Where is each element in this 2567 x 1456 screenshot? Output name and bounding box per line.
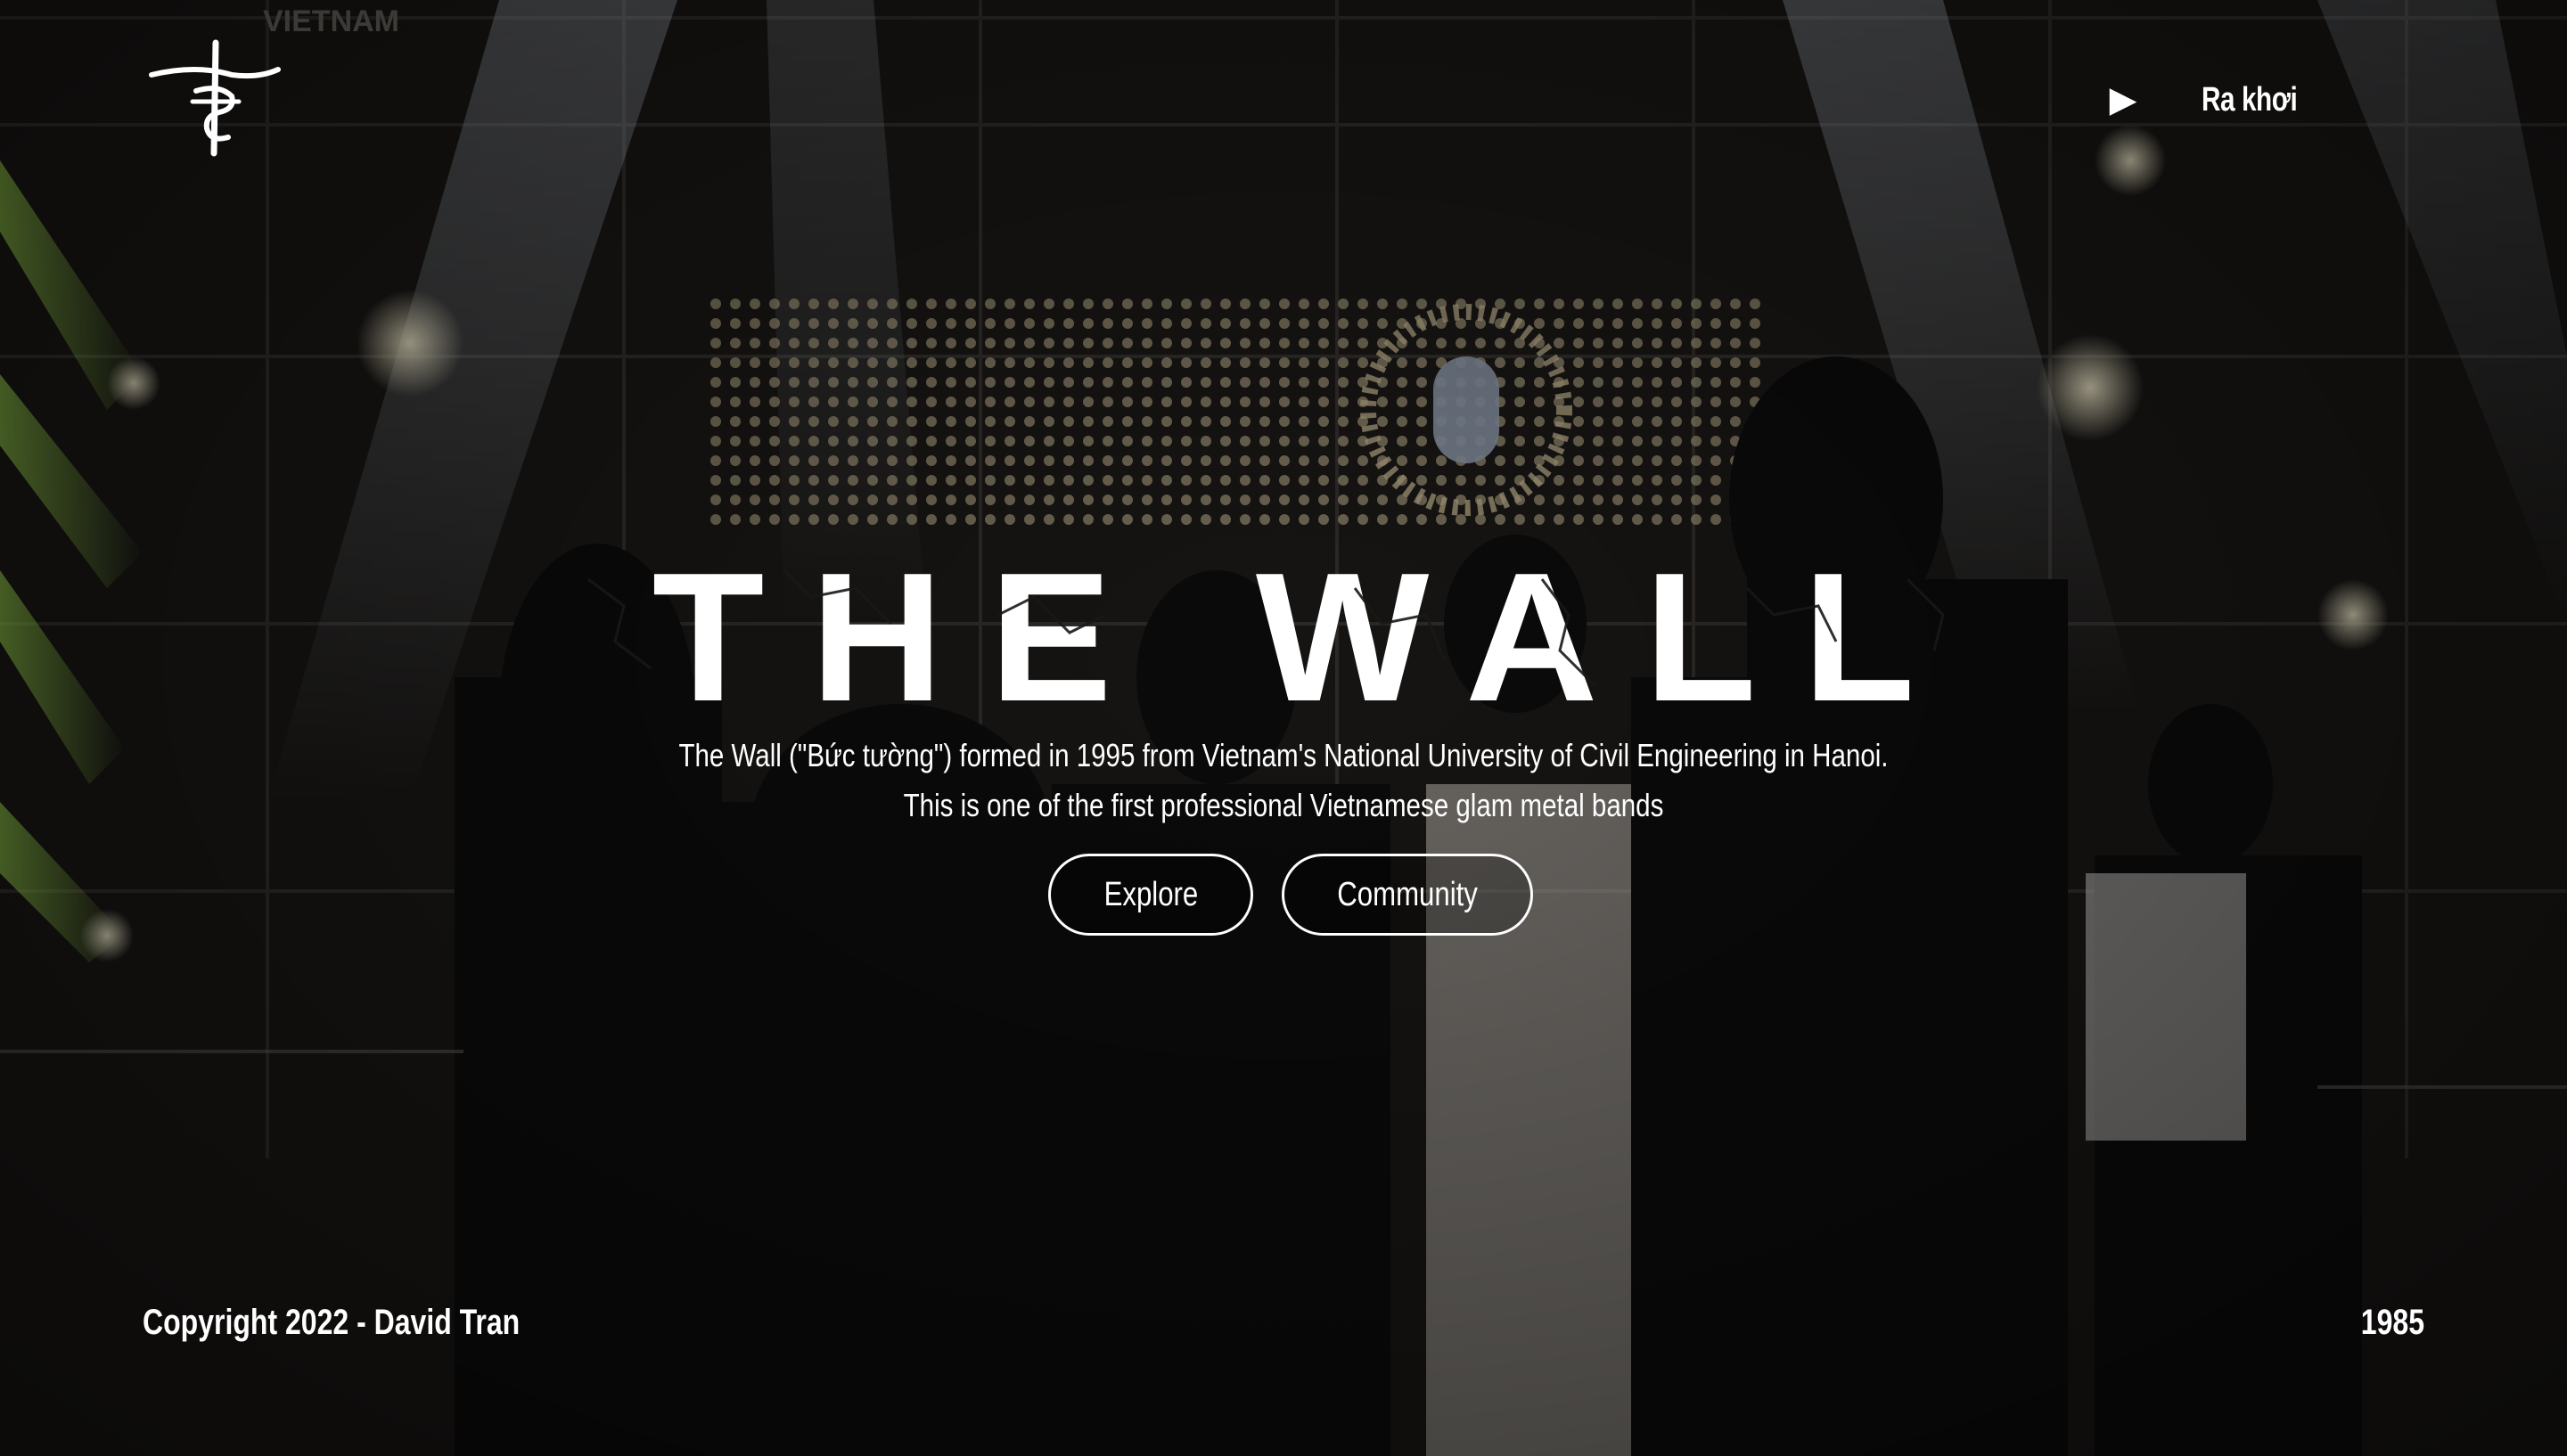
community-button-label: Community bbox=[1337, 875, 1478, 913]
track-title: Ra khơi bbox=[2202, 80, 2298, 119]
explore-button-label: Explore bbox=[1103, 875, 1198, 913]
description-line-1: The Wall ("Bức tường") formed in 1995 fr… bbox=[678, 737, 1889, 773]
description-line-2: This is one of the first professional Vi… bbox=[903, 787, 1664, 823]
hero-description: The Wall ("Bức tường") formed in 1995 fr… bbox=[0, 731, 2567, 830]
music-player: ▶ Ra khơi bbox=[2095, 71, 2325, 128]
community-button[interactable]: Community bbox=[1282, 854, 1533, 936]
hero-title: THE WALL bbox=[652, 535, 1962, 740]
cta-group: Explore Community bbox=[0, 854, 2567, 936]
year-text: 1985 bbox=[2360, 1303, 2424, 1342]
copyright-text: Copyright 2022 - David Tran bbox=[143, 1303, 521, 1342]
hero-section: VIETNAM ▶ Ra bbox=[0, 0, 2567, 1456]
play-icon[interactable]: ▶ bbox=[2095, 71, 2152, 128]
band-logo-icon[interactable] bbox=[143, 39, 285, 160]
explore-button[interactable]: Explore bbox=[1048, 854, 1253, 936]
